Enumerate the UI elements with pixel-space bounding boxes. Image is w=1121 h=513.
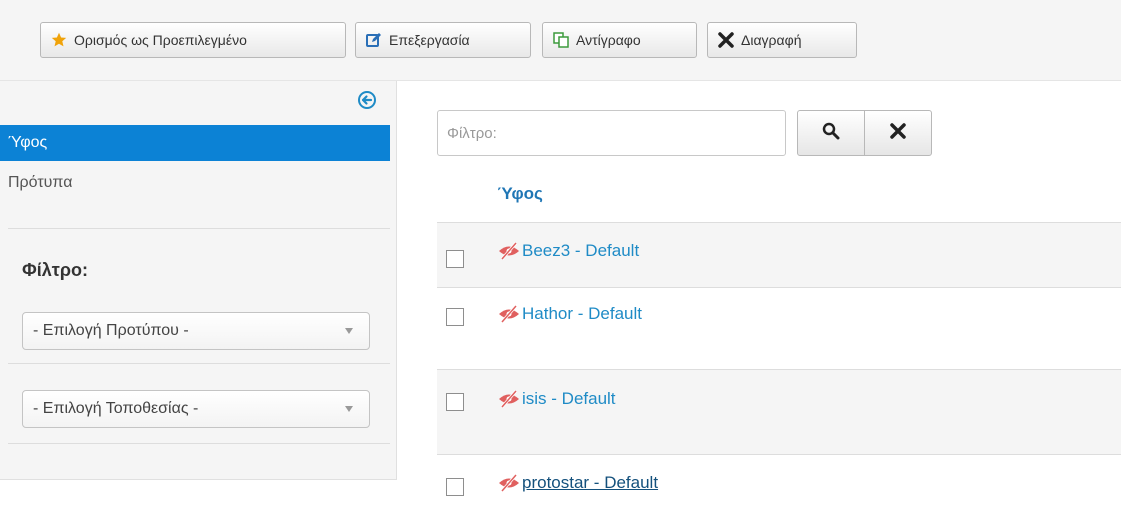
clear-filter-button[interactable] (864, 110, 932, 156)
eye-slash-icon (498, 242, 520, 260)
eye-slash-icon (498, 305, 520, 323)
search-button[interactable] (797, 110, 865, 156)
template-select[interactable]: - Επιλογή Προτύπου - (22, 312, 370, 350)
divider (8, 363, 390, 364)
style-link[interactable]: Hathor - Default (522, 304, 642, 324)
eye-slash-icon (498, 474, 520, 492)
edit-icon (366, 32, 382, 48)
sidebar-item-templates[interactable]: Πρότυπα (0, 165, 390, 201)
edit-label: Επεξεργασία (389, 32, 470, 48)
edit-button[interactable]: Επεξεργασία (355, 22, 531, 58)
copy-button[interactable]: Αντίγραφο (542, 22, 697, 58)
filter-heading: Φίλτρο: (22, 260, 88, 280)
arrow-left-circle-icon[interactable] (357, 90, 377, 110)
divider (8, 228, 390, 229)
search-icon (822, 122, 840, 145)
chevron-down-icon (345, 328, 353, 334)
star-icon (51, 32, 67, 48)
template-select-value: - Επιλογή Προτύπου - (33, 322, 189, 339)
style-link[interactable]: Beez3 - Default (522, 241, 639, 261)
divider (437, 454, 1121, 455)
eye-slash-icon (498, 390, 520, 408)
style-link[interactable]: protostar - Default (522, 473, 658, 493)
toolbar: Ορισμός ως Προεπιλεγμένο Επεξεργασία Αντ… (0, 0, 1121, 81)
row-checkbox[interactable] (446, 308, 464, 326)
divider (8, 443, 390, 444)
filter-input[interactable] (437, 110, 786, 156)
row-checkbox[interactable] (446, 393, 464, 411)
row-checkbox[interactable] (446, 478, 464, 496)
sidebar-item-label: Πρότυπα (8, 174, 73, 191)
column-header-style[interactable]: Ύφος (497, 184, 543, 204)
chevron-down-icon (345, 406, 353, 412)
close-icon (718, 32, 734, 48)
sidebar-item-label: Ύφος (8, 134, 48, 151)
set-default-button[interactable]: Ορισμός ως Προεπιλεγμένο (40, 22, 346, 58)
location-select[interactable]: - Επιλογή Τοποθεσίας - (22, 390, 370, 428)
delete-label: Διαγραφή (741, 32, 802, 48)
delete-button[interactable]: Διαγραφή (707, 22, 857, 58)
set-default-label: Ορισμός ως Προεπιλεγμένο (74, 32, 247, 48)
location-select-value: - Επιλογή Τοποθεσίας - (33, 400, 199, 417)
copy-icon (553, 32, 569, 48)
divider (437, 287, 1121, 288)
table-row (437, 370, 1121, 454)
copy-label: Αντίγραφο (576, 32, 641, 48)
style-link[interactable]: isis - Default (522, 389, 616, 409)
close-icon (889, 122, 907, 145)
sidebar: Ύφος Πρότυπα Φίλτρο: - Επιλογή Προτύπου … (0, 81, 397, 480)
row-checkbox[interactable] (446, 250, 464, 268)
sidebar-item-styles[interactable]: Ύφος (0, 125, 390, 161)
